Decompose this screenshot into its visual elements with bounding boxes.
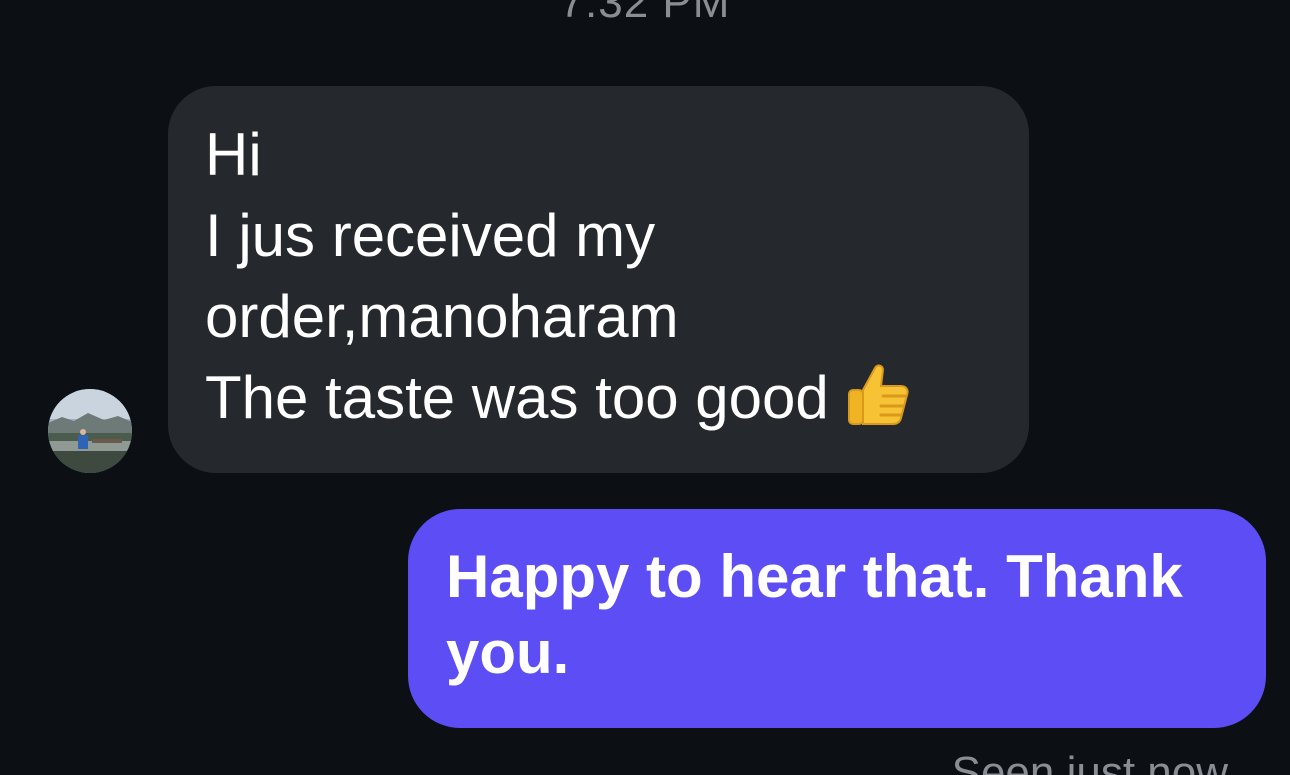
outgoing-message-bubble[interactable]: Happy to hear that. Thank you. (408, 509, 1266, 728)
incoming-message-line: Hi (205, 121, 262, 188)
thumbs-up-icon (843, 360, 911, 448)
incoming-message-last-line: The taste was too good (205, 357, 999, 448)
outgoing-message-text: Happy to hear that. Thank you. (446, 543, 1183, 686)
incoming-message-bubble[interactable]: Hi I jus received my order,manoharam The… (168, 86, 1029, 473)
incoming-message-line: I jus received my (205, 202, 656, 269)
avatar-image (48, 389, 132, 473)
message-timestamp: 7:32 PM (559, 0, 731, 27)
seen-status: Seen just now (951, 748, 1228, 775)
incoming-message-line: The taste was too good (205, 364, 829, 431)
contact-avatar[interactable] (48, 389, 132, 473)
incoming-message-line: order,manoharam (205, 283, 679, 350)
